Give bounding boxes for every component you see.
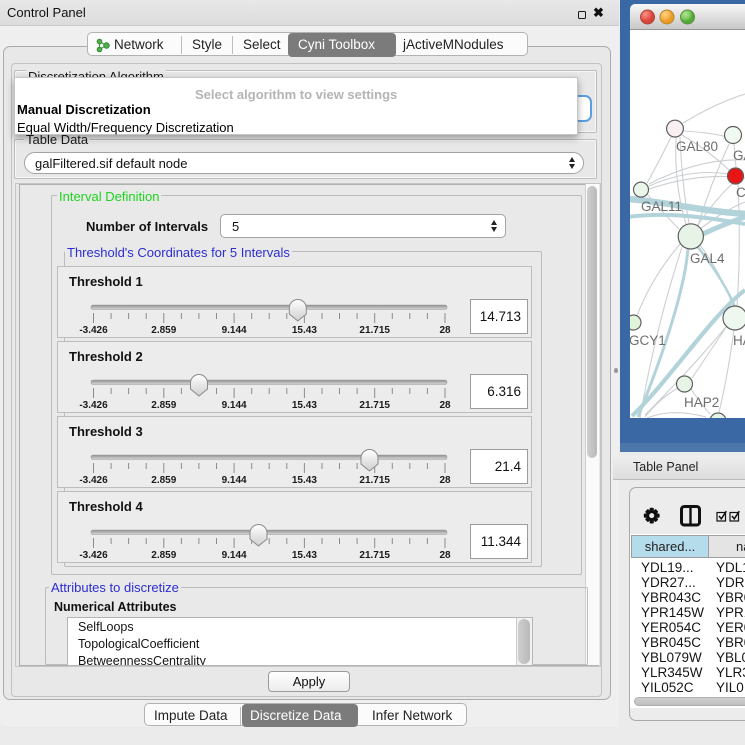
svg-text:GA: GA (733, 148, 745, 163)
svg-text:21.715: 21.715 (359, 325, 390, 336)
svg-text:-3.426: -3.426 (79, 475, 108, 486)
svg-text:28: 28 (439, 400, 451, 411)
svg-text:-3.426: -3.426 (79, 400, 108, 411)
svg-text:2.859: 2.859 (151, 400, 176, 411)
svg-text:15.43: 15.43 (292, 325, 317, 336)
svg-text:2.859: 2.859 (151, 475, 176, 486)
svg-text:9.144: 9.144 (222, 550, 247, 561)
svg-text:21.715: 21.715 (359, 475, 390, 486)
svg-text:28: 28 (439, 475, 451, 486)
svg-text:GAL4: GAL4 (690, 251, 725, 266)
svg-text:GAL80: GAL80 (676, 139, 718, 154)
svg-text:15.43: 15.43 (292, 400, 317, 411)
svg-text:GAL11: GAL11 (641, 199, 682, 214)
svg-text:9.144: 9.144 (222, 325, 247, 336)
svg-text:HAP2: HAP2 (684, 395, 719, 410)
svg-text:C: C (736, 185, 745, 200)
svg-text:21.715: 21.715 (359, 400, 390, 411)
svg-text:-3.426: -3.426 (79, 550, 108, 561)
svg-text:-3.426: -3.426 (79, 325, 108, 336)
svg-text:28: 28 (439, 325, 451, 336)
svg-text:15.43: 15.43 (292, 550, 317, 561)
svg-text:15.43: 15.43 (292, 475, 317, 486)
svg-text:2.859: 2.859 (151, 550, 176, 561)
svg-text:28: 28 (439, 550, 451, 561)
svg-text:9.144: 9.144 (222, 400, 247, 411)
svg-text:HA: HA (733, 333, 745, 348)
svg-text:2.859: 2.859 (151, 325, 176, 336)
svg-text:9.144: 9.144 (222, 475, 247, 486)
svg-text:21.715: 21.715 (359, 550, 390, 561)
svg-text:GCY1: GCY1 (630, 333, 666, 348)
